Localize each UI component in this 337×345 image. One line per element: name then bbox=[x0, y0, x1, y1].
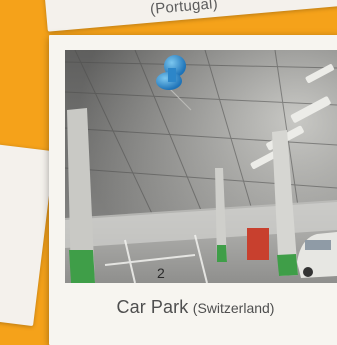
floor-number: 2 bbox=[157, 265, 165, 281]
caption-location: (Switzerland) bbox=[192, 300, 275, 316]
car-park-photo: 2 bbox=[65, 50, 337, 283]
background-polaroid-left bbox=[0, 141, 55, 327]
caption-title: Car Park bbox=[116, 297, 189, 317]
photo-caption: Car Park (Switzerland) bbox=[49, 297, 337, 318]
red-door bbox=[247, 228, 269, 260]
main-polaroid-card: 2 Car Park (Switzerland) bbox=[49, 35, 337, 345]
car-park-illustration: 2 bbox=[65, 50, 337, 283]
